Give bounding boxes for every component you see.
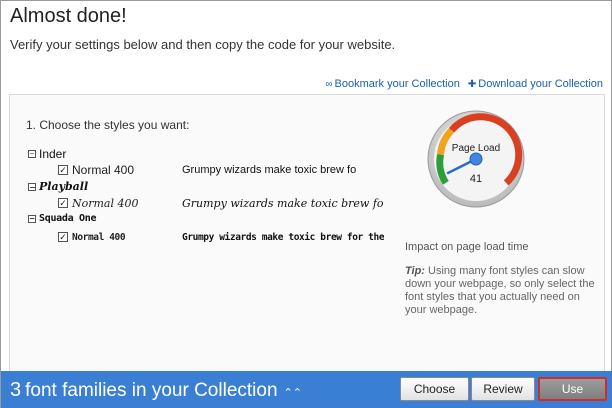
style-checkbox[interactable]: ✓	[58, 165, 68, 175]
page-title: Almost done!	[10, 5, 127, 27]
collapse-icon[interactable]: −	[28, 182, 36, 191]
bookmark-collection-label: Bookmark your Collection	[334, 78, 460, 90]
family-squada-one: − Squada One	[28, 213, 97, 224]
choose-styles-heading: 1. Choose the styles you want:	[26, 118, 190, 132]
family-name: Inder	[39, 147, 67, 161]
styles-panel: 1. Choose the styles you want: − Inder ✓…	[9, 94, 605, 376]
bookmark-collection-link[interactable]: ∞ Bookmark your Collection	[325, 78, 459, 90]
download-collection-link[interactable]: ✚ Download your Collection	[468, 78, 603, 90]
double-chevron-up-icon: ⌃⌃	[283, 387, 302, 399]
gauge-label: Page Load	[452, 143, 500, 154]
tip-text: Tip: Using many font styles can slow dow…	[405, 265, 595, 317]
style-row-inder: ✓ Normal 400 Grumpy wizards make toxic b…	[58, 162, 384, 178]
family-name: Squada One	[39, 213, 97, 224]
style-name: Normal 400	[72, 163, 135, 177]
collapse-icon[interactable]: −	[28, 214, 36, 223]
family-playball: − Playball	[28, 180, 88, 193]
gauge-hub	[469, 152, 483, 166]
collection-bar: 3 font families in your Collection ⌃⌃ Ch…	[1, 371, 612, 408]
link-icon: ∞	[325, 78, 333, 90]
style-checkbox[interactable]: ✓	[58, 232, 68, 242]
plus-icon: ✚	[467, 78, 477, 90]
style-checkbox[interactable]: ✓	[58, 198, 68, 208]
style-row-squada-one: ✓ Normal 400 Grumpy wizards make toxic b…	[58, 229, 384, 245]
use-button[interactable]: Use	[538, 377, 607, 401]
family-inder: − Inder	[28, 147, 66, 161]
tip-label: Tip:	[405, 265, 425, 277]
collection-count[interactable]: 3 font families in your Collection ⌃⌃	[10, 379, 302, 402]
font-sample: Grumpy wizards make toxic brew for the e…	[182, 231, 384, 243]
impact-caption: Impact on page load time	[405, 241, 529, 253]
style-name: Normal 400	[72, 231, 126, 243]
style-row-playball: ✓ Normal 400 Grumpy wizards make toxic b…	[58, 195, 384, 211]
font-sample: Grumpy wizards make toxic brew for the e…	[182, 196, 384, 210]
choose-button[interactable]: Choose	[400, 377, 469, 401]
window-frame: Almost done! Verify your settings below …	[0, 0, 612, 408]
gauge-value: 41	[470, 173, 482, 185]
download-collection-label: Download your Collection	[478, 78, 603, 90]
collapse-icon[interactable]: −	[28, 150, 36, 158]
collection-links: ∞ Bookmark your Collection ✚ Download yo…	[325, 78, 603, 90]
collection-count-label: font families in your Collection	[25, 380, 278, 401]
style-name: Normal 400	[72, 196, 139, 210]
font-sample: Grumpy wizards make toxic brew fo	[182, 164, 357, 176]
family-count: 3	[10, 379, 22, 401]
review-button[interactable]: Review	[471, 377, 535, 401]
page-load-gauge: Page Load 41	[427, 110, 525, 208]
page-subtitle: Verify your settings below and then copy…	[10, 37, 396, 52]
family-name: Playball	[39, 180, 89, 193]
tip-body: Using many font styles can slow down you…	[405, 265, 595, 316]
